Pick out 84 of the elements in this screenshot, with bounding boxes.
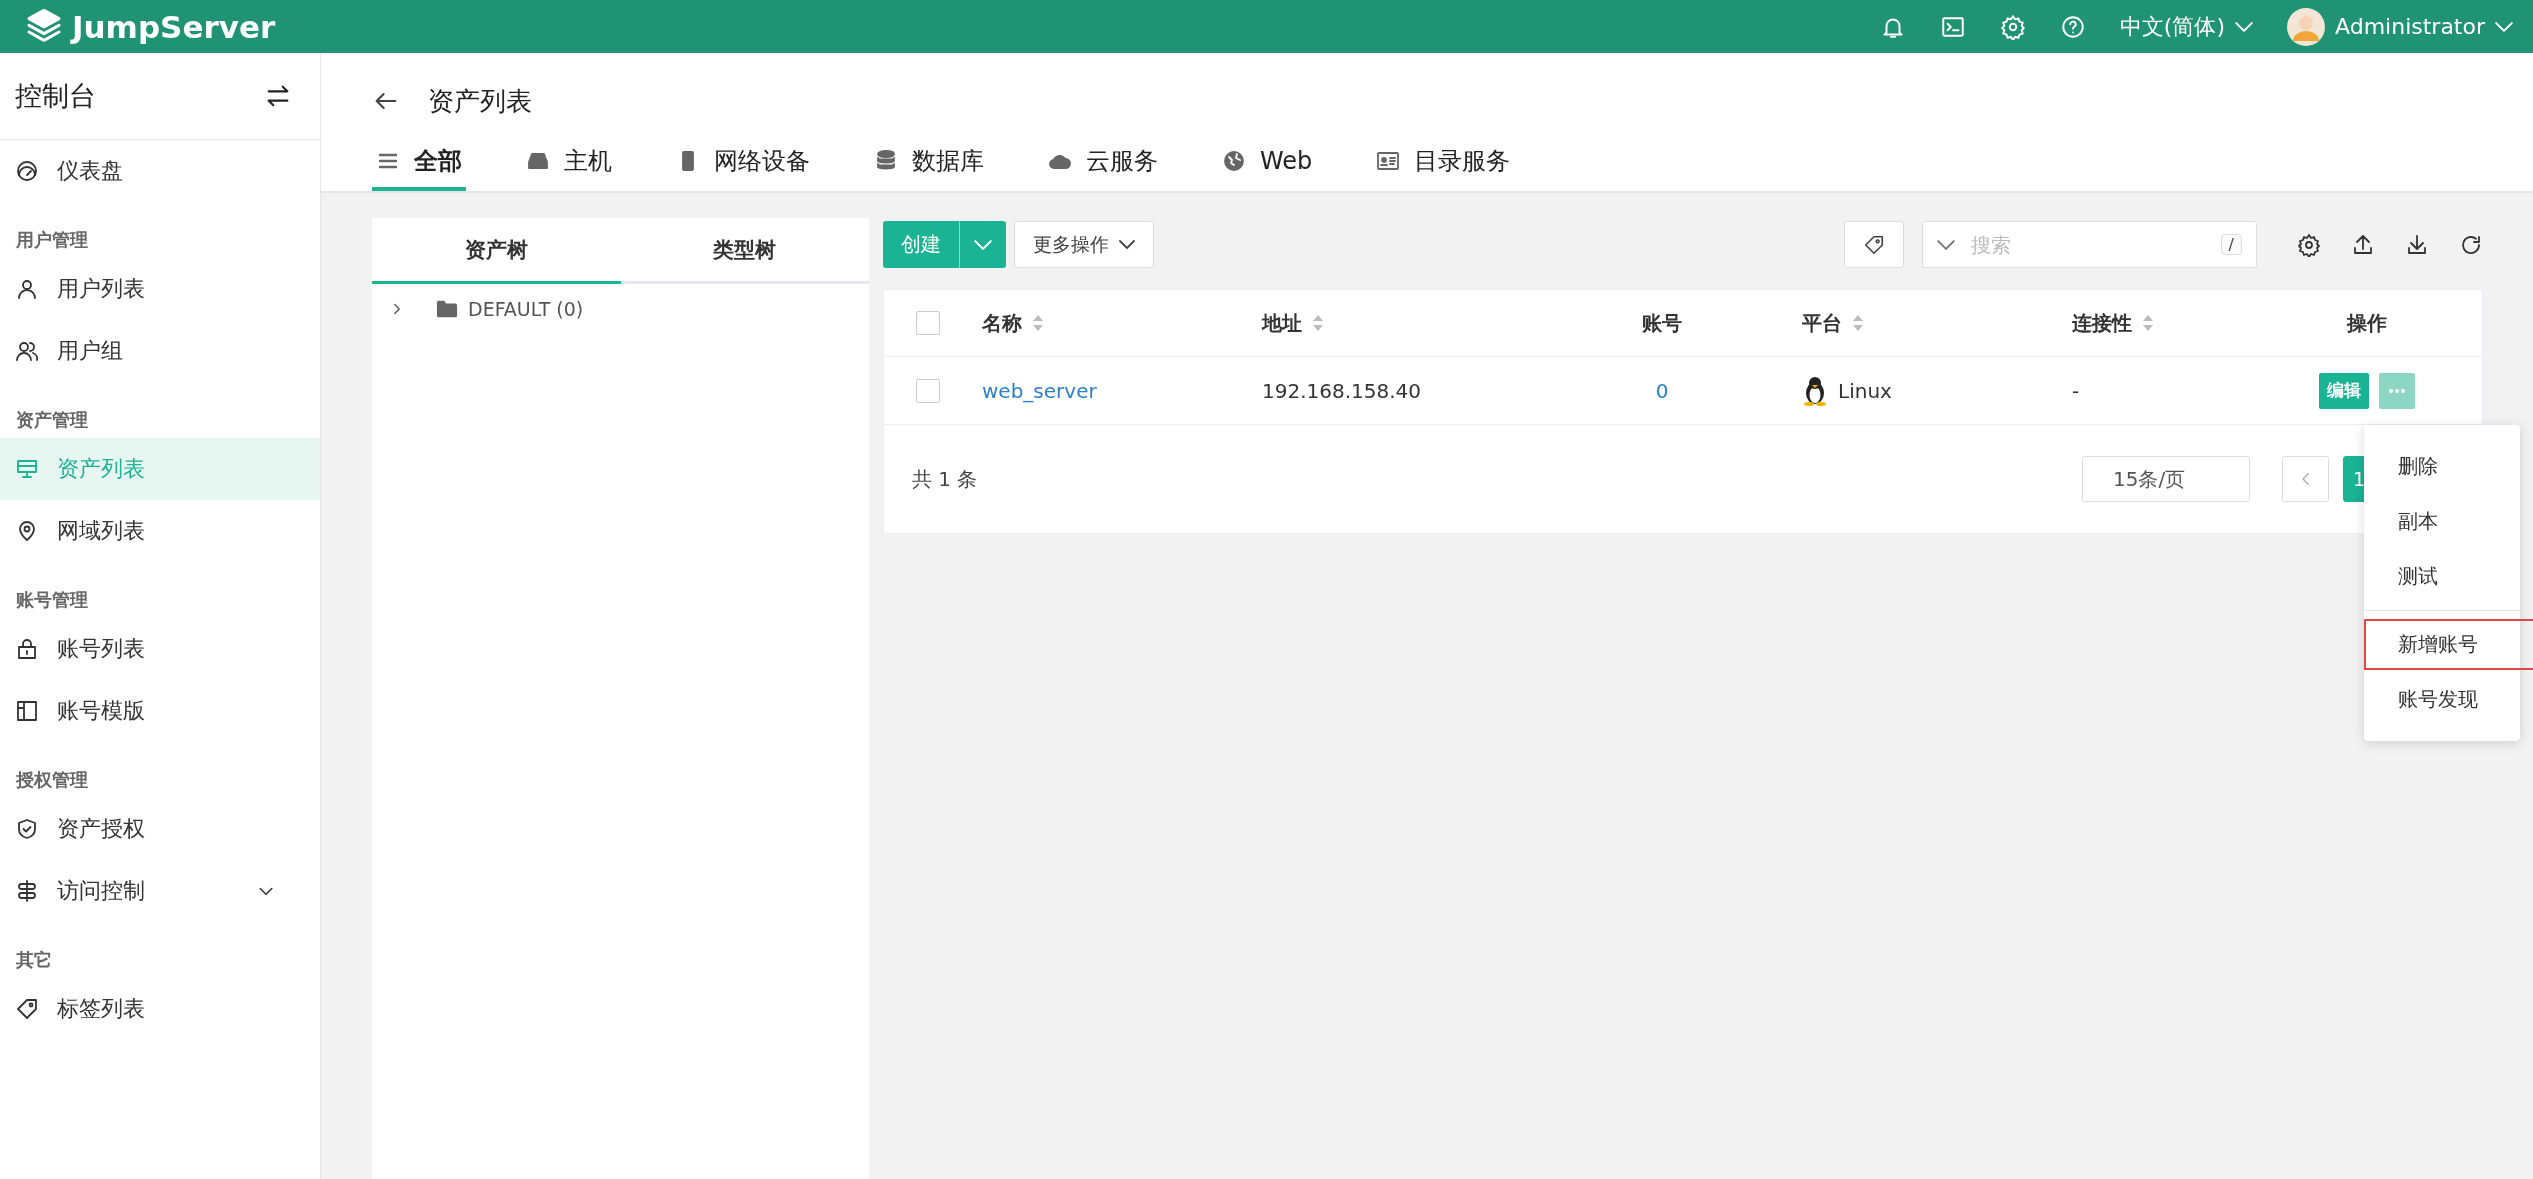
tag-icon bbox=[1863, 233, 1885, 256]
column-header: 名称 bbox=[982, 309, 1022, 337]
console-title: 控制台 bbox=[15, 79, 97, 113]
user-menu[interactable]: Administrator bbox=[2287, 7, 2513, 46]
menu-group-label: 账号管理 bbox=[15, 588, 89, 612]
sidebar-item[interactable]: 用户组 bbox=[0, 320, 320, 382]
shortcut-key: / bbox=[2220, 234, 2242, 255]
column-header: 地址 bbox=[1262, 309, 1302, 337]
penguin-icon bbox=[1802, 375, 1828, 406]
menu-group-label: 资产管理 bbox=[15, 408, 89, 432]
sidebar-item[interactable]: 用户列表 bbox=[0, 258, 320, 320]
users-icon bbox=[15, 339, 39, 363]
tag-icon bbox=[15, 997, 39, 1021]
menu-item[interactable]: 副本 bbox=[2364, 496, 2520, 547]
search-field[interactable]: 搜索 bbox=[1969, 231, 2207, 258]
checkbox[interactable] bbox=[916, 378, 940, 403]
sidebar-item[interactable]: 标签列表 bbox=[0, 978, 320, 1040]
caret-icon bbox=[1119, 240, 1135, 249]
asset-name-link[interactable]: web_server bbox=[982, 378, 1097, 403]
menu-group-label: 用户管理 bbox=[15, 228, 89, 252]
caret-icon bbox=[2495, 21, 2513, 32]
table-cell: Linux bbox=[1838, 378, 1892, 403]
checkbox[interactable] bbox=[916, 311, 940, 335]
category-tab[interactable]: Web bbox=[1218, 141, 1317, 191]
sliders-icon bbox=[15, 879, 39, 903]
sidebar-item[interactable]: 网域列表 bbox=[0, 500, 320, 562]
sidebar-item[interactable]: 仪表盘 bbox=[0, 140, 320, 202]
globe-icon bbox=[1222, 149, 1246, 173]
table-cell: 192.168.158.40 bbox=[1262, 378, 1422, 403]
menu-group-label: 授权管理 bbox=[15, 768, 89, 792]
category-tab[interactable]: 网络设备 bbox=[672, 141, 814, 191]
id-card-icon bbox=[1376, 149, 1401, 173]
help-icon bbox=[2059, 13, 2086, 40]
tree-tab[interactable]: 类型树 bbox=[620, 218, 869, 284]
column-header: 账号 bbox=[1642, 309, 1682, 337]
menu-item[interactable]: 删除 bbox=[2364, 441, 2520, 492]
menu-item[interactable]: 新增账号 bbox=[2364, 619, 2533, 670]
more-actions-button[interactable]: 更多操作 bbox=[1014, 221, 1154, 268]
menu-group-label: 其它 bbox=[15, 948, 53, 972]
monitor-icon bbox=[15, 457, 39, 481]
sidebar-item[interactable]: 资产授权 bbox=[0, 798, 320, 860]
dashboard-icon bbox=[15, 159, 39, 183]
page-title: 资产列表 bbox=[428, 84, 532, 118]
column-header: 平台 bbox=[1802, 309, 1842, 337]
settings-icon bbox=[2297, 232, 2321, 257]
download-icon bbox=[2405, 232, 2429, 257]
tag-filter-button[interactable] bbox=[1844, 221, 1904, 268]
folder-icon bbox=[436, 299, 458, 319]
sidebar-item[interactable]: 账号列表 bbox=[0, 618, 320, 680]
brand-name: JumpServer bbox=[72, 8, 276, 45]
sidebar-item[interactable]: 访问控制 bbox=[0, 860, 320, 922]
layout-icon bbox=[15, 699, 39, 723]
page-size-select[interactable]: 15条/页 bbox=[2082, 456, 2250, 502]
category-tab[interactable]: 数据库 bbox=[870, 141, 988, 191]
shield-icon bbox=[15, 817, 39, 841]
caret-icon bbox=[1937, 239, 1955, 250]
total-count: 共 1 条 bbox=[912, 465, 978, 493]
upload-icon bbox=[2351, 232, 2375, 257]
language-menu[interactable]: 中文(简体) bbox=[2119, 11, 2253, 42]
sidebar-item[interactable]: 账号模版 bbox=[0, 680, 320, 742]
more-icon bbox=[2387, 387, 2407, 394]
tree-tab[interactable]: 资产树 bbox=[372, 218, 621, 284]
column-header: 操作 bbox=[2347, 309, 2387, 337]
caret-icon bbox=[2235, 21, 2253, 32]
menu-item[interactable]: 测试 bbox=[2364, 551, 2520, 602]
settings-button[interactable] bbox=[2297, 232, 2321, 257]
tree-node[interactable]: DEFAULT (0) bbox=[468, 298, 584, 320]
menu-item[interactable]: 账号发现 bbox=[2364, 674, 2520, 725]
download-button[interactable] bbox=[2405, 232, 2429, 257]
upload-button[interactable] bbox=[2351, 232, 2375, 257]
category-tab[interactable]: 目录服务 bbox=[1372, 141, 1515, 191]
category-tab[interactable]: 主机 bbox=[522, 141, 616, 191]
account-count-link[interactable]: 0 bbox=[1655, 378, 1669, 403]
category-tab[interactable]: 全部 bbox=[372, 141, 466, 191]
avatar-icon bbox=[2287, 7, 2325, 46]
caret-icon bbox=[974, 239, 992, 250]
settings-icon bbox=[1999, 13, 2026, 40]
table-cell: - bbox=[2072, 378, 2080, 403]
search-bar[interactable]: 搜索 / bbox=[1922, 221, 2257, 268]
user-icon bbox=[15, 277, 39, 301]
help-button[interactable] bbox=[2059, 13, 2086, 40]
lock-icon bbox=[15, 637, 39, 661]
column-header: 连接性 bbox=[2072, 309, 2132, 337]
category-tab[interactable]: 云服务 bbox=[1044, 141, 1162, 191]
